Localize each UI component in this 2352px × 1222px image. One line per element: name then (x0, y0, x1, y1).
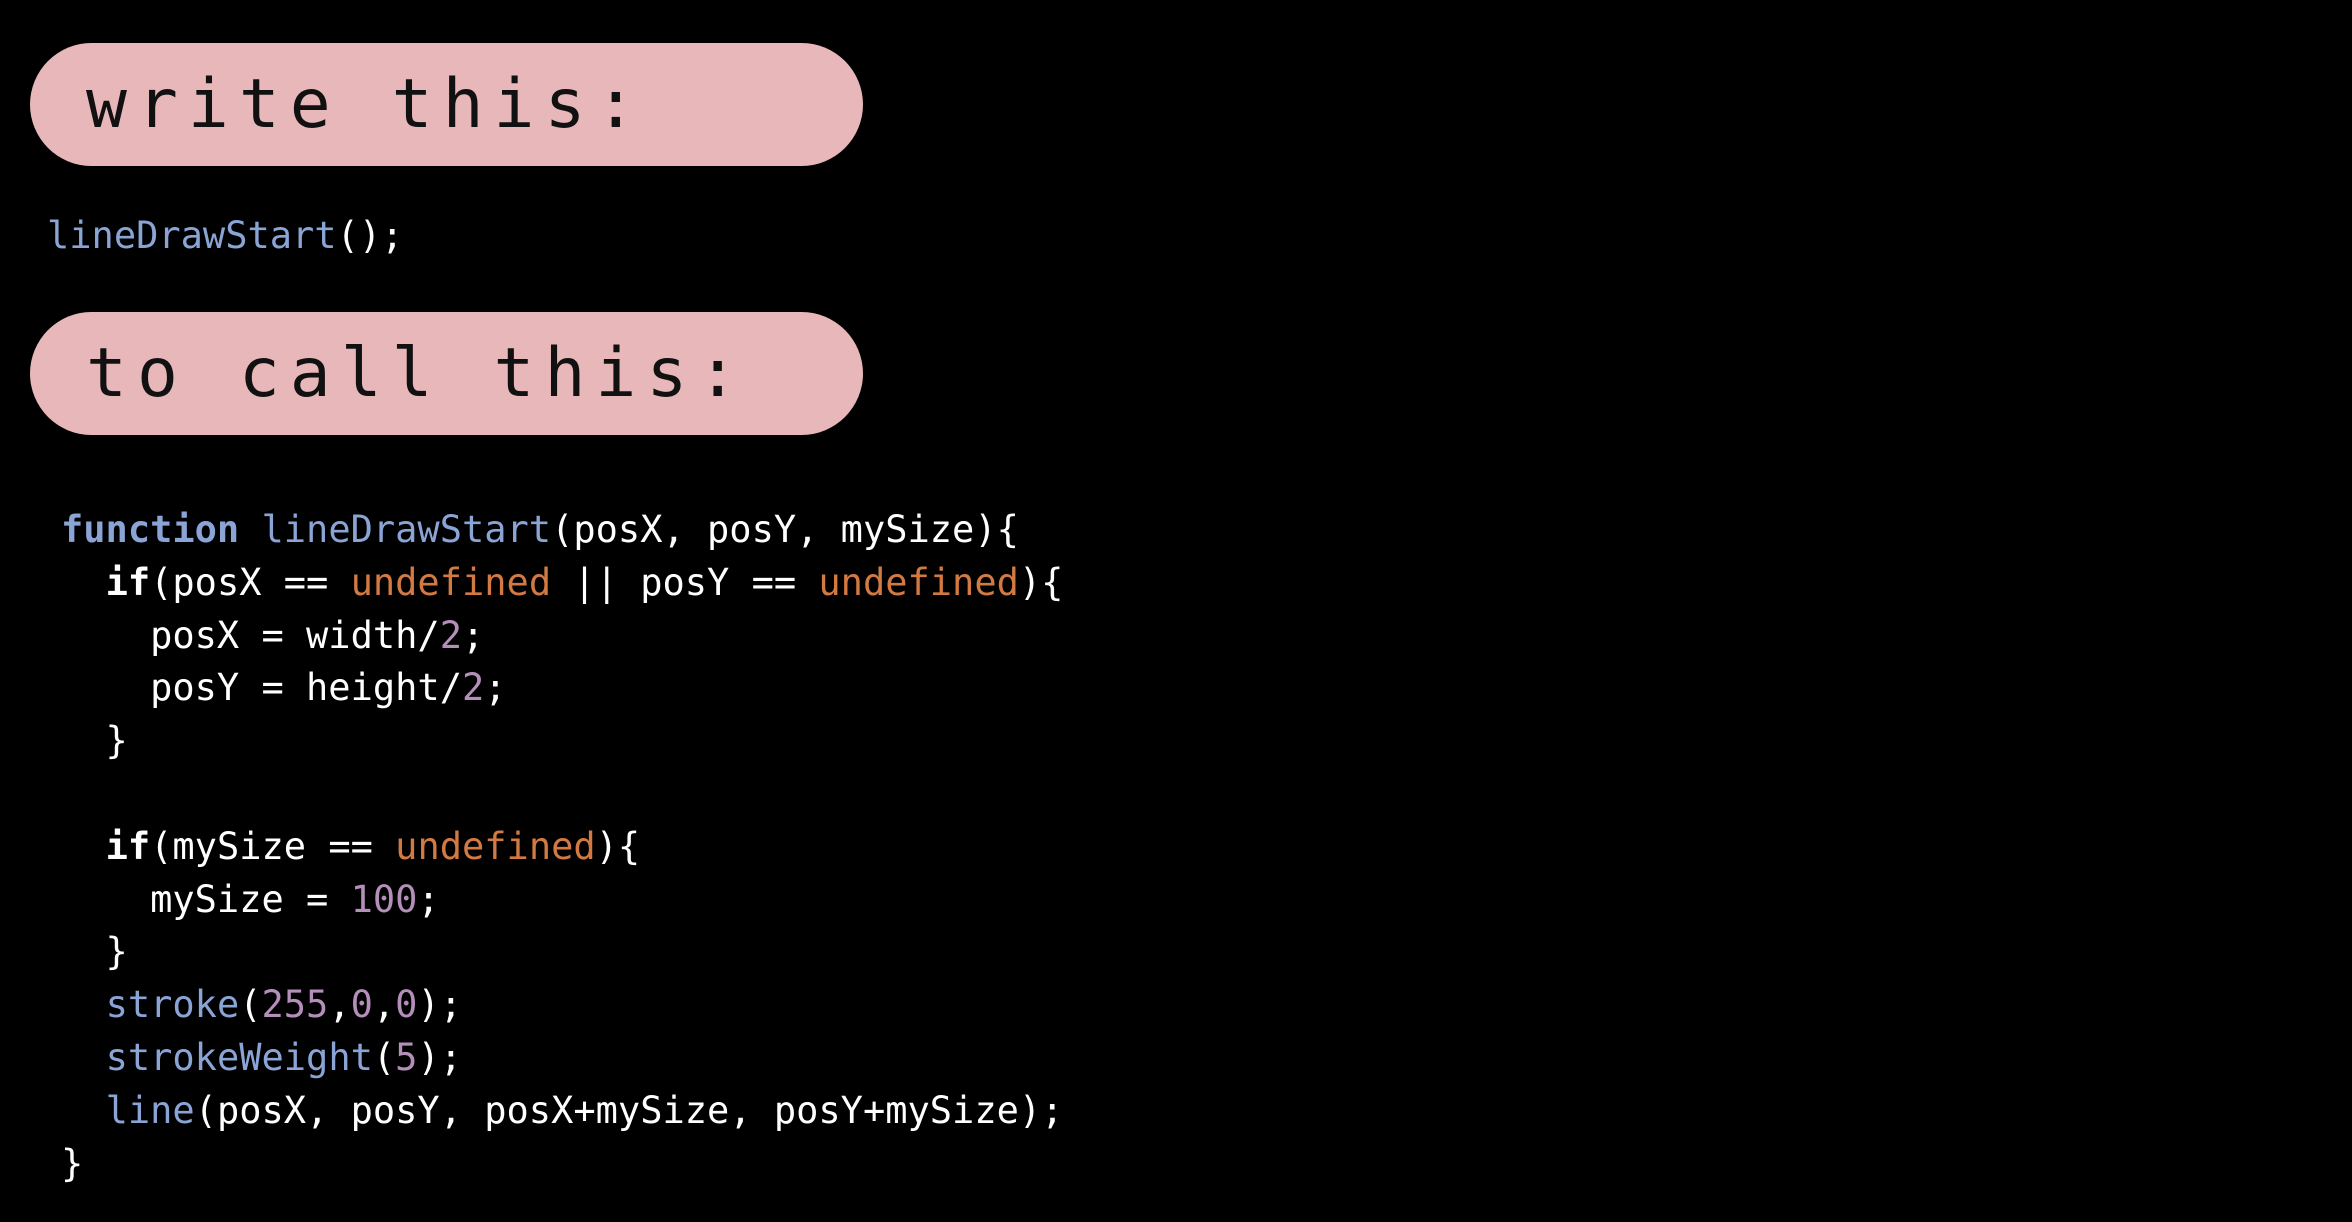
code-token-plain: } (61, 1141, 84, 1185)
code-token-fn: stroke (105, 983, 240, 1027)
code-token-plain: ); (417, 983, 463, 1027)
code-line: } (61, 715, 1063, 768)
code-token-plain: , (328, 983, 351, 1027)
code-token-num: 2 (439, 613, 462, 657)
code-line: } (61, 1138, 1063, 1191)
code-token-num: 255 (261, 983, 329, 1027)
code-token-plain: } (61, 930, 128, 974)
code-token-undef: undefined (818, 560, 1019, 604)
code-line: if(mySize == undefined){ (61, 821, 1063, 874)
code-token-plain: ; (417, 877, 440, 921)
code-line: } (61, 926, 1063, 979)
code-line: posY = height/2; (61, 662, 1063, 715)
code-token-plain: ){ (595, 824, 641, 868)
call-statement: lineDrawStart(); (47, 210, 403, 262)
code-token-plain: (posX == (150, 560, 351, 604)
code-token-plain: || posY == (551, 560, 819, 604)
code-token-undef: undefined (395, 824, 596, 868)
code-token-num: 100 (350, 877, 418, 921)
code-line: mySize = 100; (61, 874, 1063, 927)
code-token-fn: line (105, 1088, 195, 1132)
to-call-this-label-pill: to call this: (30, 312, 863, 435)
code-token-fn: strokeWeight (105, 1035, 373, 1079)
code-line: if(posX == undefined || posY == undefine… (61, 557, 1064, 610)
code-line: line(posX, posY, posX+mySize, posY+mySiz… (61, 1085, 1064, 1138)
code-token-plain: posY = height/ (61, 666, 462, 710)
code-token-plain: posX = width/ (61, 613, 440, 657)
code-token-num: 0 (350, 983, 373, 1027)
code-token-num: 0 (395, 983, 418, 1027)
code-token-plain: (posX, posY, posX+mySize, posY+mySize); (194, 1088, 1064, 1132)
code-token-plain: ; (484, 666, 507, 710)
code-line: strokeWeight(5); (61, 1032, 1063, 1085)
code-token-plain: ){ (1018, 560, 1064, 604)
code-line: stroke(255,0,0); (61, 979, 1063, 1032)
write-this-label: write this: (86, 64, 647, 144)
write-this-label-pill: write this: (30, 43, 863, 166)
code-token-plain: , (372, 983, 396, 1027)
code-token-num: 2 (461, 666, 485, 710)
code-token-plain: (mySize == (150, 824, 396, 868)
code-token-num: 5 (395, 1035, 418, 1079)
code-line: posX = width/2; (61, 610, 1063, 663)
code-token-undef: undefined (350, 560, 552, 604)
code-token-kw: function (61, 508, 240, 551)
code-token-plain: ); (417, 1035, 462, 1079)
code-token-plain: mySize = (61, 877, 351, 921)
code-token-plain: ( (239, 983, 262, 1027)
code-token-kw2: if (105, 560, 151, 604)
code-token-fn: lineDrawStart (47, 214, 337, 257)
code-token-plain: ( (372, 1035, 396, 1079)
code-token-plain: } (61, 719, 128, 763)
to-call-this-label: to call this: (86, 333, 749, 413)
code-token-kw2: if (105, 824, 151, 868)
code-token-plain: ; (461, 613, 485, 657)
code-token-fn: lineDrawStart (261, 508, 552, 551)
code-token-plain: (posX, posY, mySize){ (551, 508, 1019, 551)
code-token-plain: (); (336, 214, 404, 257)
function-code-block: function lineDrawStart(posX, posY, mySiz… (61, 504, 1063, 1190)
code-line: function lineDrawStart(posX, posY, mySiz… (61, 504, 1063, 557)
